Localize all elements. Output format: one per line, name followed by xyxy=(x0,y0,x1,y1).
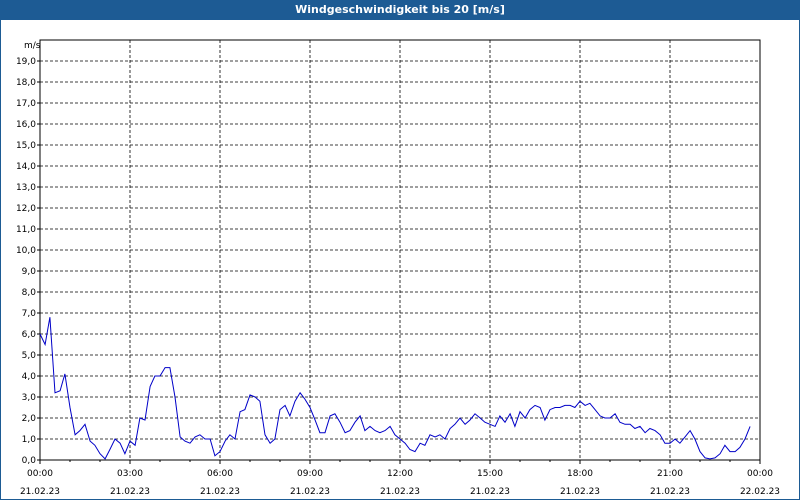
x-tick-date-label: 21.02.23 xyxy=(470,487,510,497)
y-tick-label: 5,0 xyxy=(22,351,37,361)
grid-lines xyxy=(40,40,760,460)
y-tick-label: 12,0 xyxy=(16,204,36,214)
wind-speed-chart: 0,0 1,0 2,0 3,0 4,0 5,0 6,0 7,0 8,0 9,0 10,0 11,0 12… xyxy=(16,39,780,497)
y-tick-label: 17,0 xyxy=(16,99,36,109)
x-tick-time-label: 12:00 xyxy=(387,469,413,479)
x-tick-time-label: 03:00 xyxy=(117,469,143,479)
x-tick-date-label: 21.02.23 xyxy=(380,487,420,497)
x-tick-time-label: 00:00 xyxy=(747,469,773,479)
x-tick-time-label: 15:00 xyxy=(477,469,503,479)
y-tick-label: 14,0 xyxy=(16,162,36,172)
y-tick-label: 15,0 xyxy=(16,141,36,151)
y-tick-label: 0,0 xyxy=(22,456,37,466)
x-tick-time-label: 00:00 xyxy=(27,469,53,479)
y-tick-label: 7,0 xyxy=(22,309,37,319)
x-tick-time-label: 18:00 xyxy=(567,469,593,479)
y-tick-label: 3,0 xyxy=(22,393,37,403)
x-tick-date-label: 21.02.23 xyxy=(290,487,330,497)
x-tick-date-label: 21.02.23 xyxy=(200,487,240,497)
x-tick-date-label: 22.02.23 xyxy=(740,487,780,497)
x-tick-time-label: 21:00 xyxy=(657,469,683,479)
y-tick-label: 4,0 xyxy=(22,372,37,382)
y-tick-label: 11,0 xyxy=(16,225,36,235)
y-tick-label: 6,0 xyxy=(22,330,37,340)
x-tick-date-label: 21.02.23 xyxy=(560,487,600,497)
y-axis-ticks: 0,0 1,0 2,0 3,0 4,0 5,0 6,0 7,0 8,0 9,0 10,0 11,0 12… xyxy=(16,57,40,466)
y-tick-label: 18,0 xyxy=(16,78,36,88)
x-axis-ticks: 00:00 21.02.23 03:00 21.02.23 06:00 21.02.23 0… xyxy=(20,460,780,497)
x-tick-time-label: 06:00 xyxy=(207,469,233,479)
x-tick-date-label: 21.02.23 xyxy=(110,487,150,497)
wind-speed-series-line xyxy=(39,317,751,460)
x-tick-date-label: 21.02.23 xyxy=(650,487,690,497)
y-tick-label: 2,0 xyxy=(22,414,37,424)
y-tick-label: 16,0 xyxy=(16,120,36,130)
y-axis-unit-label: m/s xyxy=(24,41,41,51)
x-tick-date-label: 21.02.23 xyxy=(20,487,60,497)
x-tick-time-label: 09:00 xyxy=(297,469,323,479)
y-tick-label: 9,0 xyxy=(22,267,37,277)
y-tick-label: 13,0 xyxy=(16,183,36,193)
y-tick-label: 8,0 xyxy=(22,288,37,298)
y-tick-label: 10,0 xyxy=(16,246,36,256)
series-layer xyxy=(39,317,751,460)
y-tick-label: 19,0 xyxy=(16,57,36,67)
y-tick-label: 1,0 xyxy=(22,435,37,445)
